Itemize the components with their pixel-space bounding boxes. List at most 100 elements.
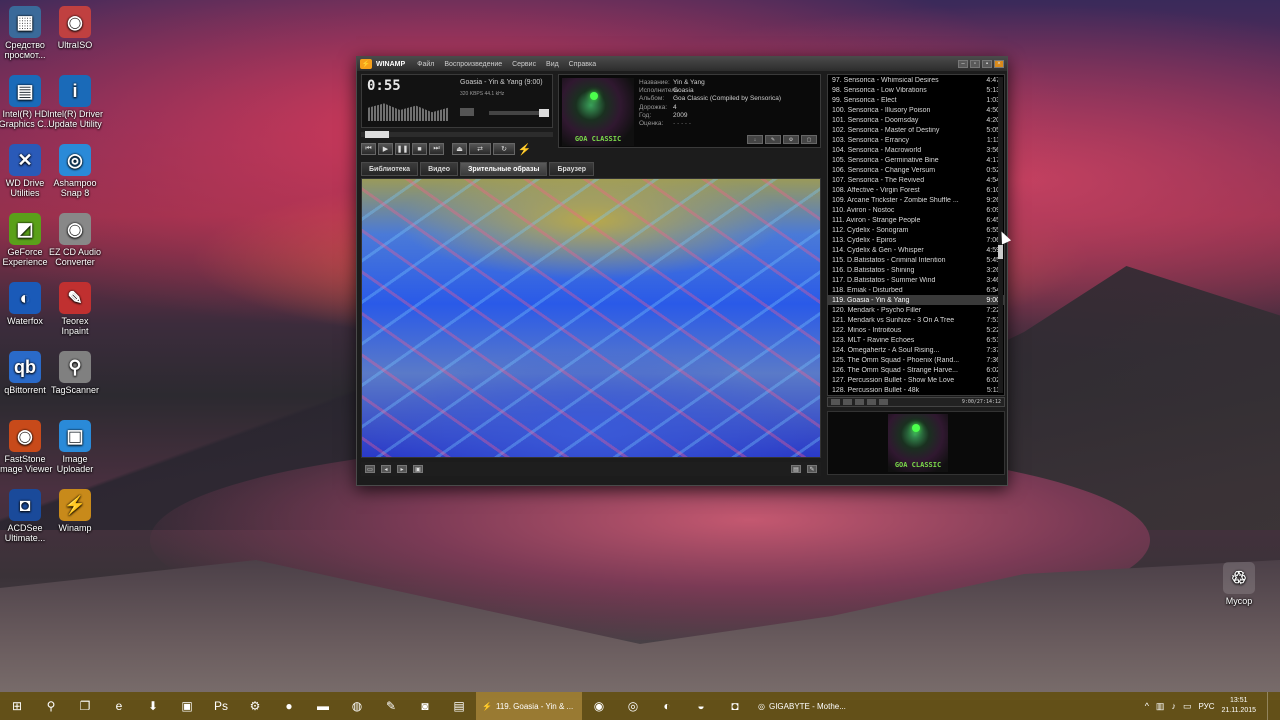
- more-icon[interactable]: ▢: [801, 135, 817, 144]
- next-preset-icon[interactable]: ▸: [397, 465, 407, 473]
- playlist-row[interactable]: 105. Sensorica - Germinative Bine 4:17: [828, 155, 1004, 165]
- chrome-icon[interactable]: ◎: [616, 692, 650, 720]
- store-icon[interactable]: ▣: [170, 692, 204, 720]
- settings-gear-icon[interactable]: ⚙: [238, 692, 272, 720]
- list-icon[interactable]: [879, 399, 888, 405]
- random-preset-icon[interactable]: ▣: [413, 465, 423, 473]
- eject-button[interactable]: ⏏: [452, 143, 467, 155]
- globe-icon[interactable]: ◍: [340, 692, 374, 720]
- network-icon[interactable]: ▥: [1156, 701, 1165, 712]
- playlist-row[interactable]: 114. Cydelix & Gen - Whisper 4:59: [828, 245, 1004, 255]
- app-icon[interactable]: ◒: [684, 692, 718, 720]
- winamp-titlebar[interactable]: ⚡ WINAMP Файл Воспроизведение Сервис Вид…: [357, 57, 1007, 71]
- download-icon[interactable]: ⬇: [136, 692, 170, 720]
- shuffle-button[interactable]: ⇄: [469, 143, 491, 155]
- camera-icon[interactable]: ◙: [408, 692, 442, 720]
- desktop-icon-image-uploader[interactable]: ▣ Image Uploader: [42, 420, 108, 474]
- photoshop-icon[interactable]: Ps: [204, 692, 238, 720]
- elapsed-time[interactable]: 0:55: [367, 78, 401, 94]
- next-button[interactable]: ⏭: [429, 143, 444, 155]
- playlist-row[interactable]: 108. Affective - Virgin Forest 6:10: [828, 185, 1004, 195]
- search-icon[interactable]: ⚲: [34, 692, 68, 720]
- winamp-bolt-icon[interactable]: ⚡: [517, 143, 532, 156]
- desktop-icon-camera-shutter[interactable]: ◎ Ashampoo Snap 8: [42, 144, 108, 198]
- clock[interactable]: 13:51 21.11.2015: [1221, 696, 1256, 716]
- card-icon[interactable]: ▬: [306, 692, 340, 720]
- close-button[interactable]: ×: [994, 60, 1004, 68]
- add-icon[interactable]: [831, 399, 840, 405]
- playlist-row[interactable]: 101. Sensorica - Doomsday 4:20: [828, 115, 1004, 125]
- show-hidden-icon[interactable]: ^: [1145, 701, 1149, 711]
- menu-view[interactable]: Вид: [546, 61, 559, 68]
- vis-plugin-icon[interactable]: ▤: [791, 465, 801, 473]
- playlist-row[interactable]: 113. Cydelix - Epiros 7:06: [828, 235, 1004, 245]
- album-art-thumbnail[interactable]: GOA CLASSIC: [562, 78, 634, 146]
- edge-icon[interactable]: e: [102, 692, 136, 720]
- playlist-row[interactable]: 118. Emiak - Disturbed 6:54: [828, 285, 1004, 295]
- playlist-row[interactable]: 109. Arcane Trickster - Zombie Shuffle .…: [828, 195, 1004, 205]
- playlist-row[interactable]: 98. Sensorica - Low Vibrations 5:13: [828, 85, 1004, 95]
- playlist-row[interactable]: 99. Sensorica - Elect 1:03: [828, 95, 1004, 105]
- firefox-icon[interactable]: ◉: [582, 692, 616, 720]
- opera-icon[interactable]: ◐: [650, 692, 684, 720]
- visualization-canvas[interactable]: [361, 178, 821, 458]
- desktop-icon-magnifier[interactable]: ⚲ TagScanner: [42, 351, 108, 395]
- desktop-icon-winamp[interactable]: ⚡ Winamp: [42, 489, 108, 533]
- pause-button[interactable]: ❚❚: [395, 143, 410, 155]
- playlist-row[interactable]: 103. Sensorica - Errancy 1:11: [828, 135, 1004, 145]
- playlist-row[interactable]: 127. Percussion Bullet - Show Me Love 6:0…: [828, 375, 1004, 385]
- play-button[interactable]: ▶: [378, 143, 393, 155]
- playlist-row[interactable]: 121. Mendark vs Sunhize - 3 On A Tree 7:5…: [828, 315, 1004, 325]
- task-view-icon[interactable]: ❐: [68, 692, 102, 720]
- playlist-row[interactable]: 97. Sensorica - Whimsical Desires 4:47: [828, 75, 1004, 85]
- language-indicator[interactable]: РУС: [1198, 702, 1214, 711]
- desktop-icon-recycle-bin[interactable]: ♲ Мусор: [1206, 562, 1272, 606]
- menu-playback[interactable]: Воспроизведение: [444, 61, 502, 68]
- fullscreen-icon[interactable]: ▭: [365, 465, 375, 473]
- playlist-row[interactable]: 122. Minos - Introitous 5:22: [828, 325, 1004, 335]
- playlist-panel[interactable]: 97. Sensorica - Whimsical Desires 4:47 98.…: [827, 74, 1005, 396]
- seek-bar[interactable]: [361, 131, 553, 138]
- chat-icon[interactable]: ▤: [442, 692, 476, 720]
- winamp-window[interactable]: ⚡ WINAMP Файл Воспроизведение Сервис Вид…: [356, 56, 1008, 486]
- app-icon-2[interactable]: ◘: [718, 692, 752, 720]
- playlist-row[interactable]: 115. D.Batistatos - Criminal Intention 5:…: [828, 255, 1004, 265]
- menu-tools[interactable]: Сервис: [512, 61, 536, 68]
- prev-preset-icon[interactable]: ◂: [381, 465, 391, 473]
- playlist-row[interactable]: 107. Sensorica - The Revived 4:54: [828, 175, 1004, 185]
- show-desktop-button[interactable]: [1267, 692, 1272, 720]
- playlist-row[interactable]: 102. Sensorica - Master of Destiny 5:05: [828, 125, 1004, 135]
- desktop-icon-eraser[interactable]: ✎ Teorex Inpaint: [42, 282, 108, 336]
- tab-library[interactable]: Библиотека: [361, 162, 419, 176]
- tab-browser[interactable]: Браузер: [549, 162, 595, 176]
- playlist-row[interactable]: 110. Aviron - Nostoc 6:09: [828, 205, 1004, 215]
- eraser-app-icon[interactable]: ✎: [374, 692, 408, 720]
- remove-icon[interactable]: [843, 399, 852, 405]
- playlist-row[interactable]: 104. Sensorica - Macroworld 3:56: [828, 145, 1004, 155]
- playlist-row[interactable]: 124. Omegahertz - A Soul Rising... 7:37: [828, 345, 1004, 355]
- playlist-row[interactable]: 111. Aviron - Strange People 6:45: [828, 215, 1004, 225]
- mini-spectrum[interactable]: [368, 103, 448, 121]
- playlist-row[interactable]: 117. D.Batistatos - Summer Wind 3:46: [828, 275, 1004, 285]
- stop-button[interactable]: ■: [412, 143, 427, 155]
- settings-icon[interactable]: ⚙: [783, 135, 799, 144]
- edit-icon[interactable]: ✎: [765, 135, 781, 144]
- playlist-row[interactable]: 119. Goasia - Yin & Yang 9:00: [828, 295, 1004, 305]
- tab-visualization[interactable]: Зрительные образы: [460, 162, 548, 176]
- previous-button[interactable]: ⏮: [361, 143, 376, 155]
- shade-button[interactable]: ▪: [982, 60, 992, 68]
- taskbar-winamp-task[interactable]: ⚡ 119. Goasia - Yin & ...: [476, 692, 582, 720]
- desktop-icon-cd-audio[interactable]: ◉ EZ CD Audio Converter: [42, 213, 108, 267]
- info-down-icon[interactable]: ↓: [747, 135, 763, 144]
- taskbar-gigabyte-task[interactable]: ◎ GIGABYTE - Mothe...: [752, 692, 860, 720]
- volume-icon[interactable]: [460, 108, 474, 116]
- volume-icon[interactable]: ♪: [1171, 701, 1176, 711]
- playlist-row[interactable]: 116. D.Batistatos - Shining 3:26: [828, 265, 1004, 275]
- search-app-icon[interactable]: ●: [272, 692, 306, 720]
- album-art-large[interactable]: GOA CLASSIC: [888, 414, 948, 472]
- start-button[interactable]: ⊞: [0, 692, 34, 720]
- playlist-row[interactable]: 123. MLT - Ravine Echoes 6:51: [828, 335, 1004, 345]
- desktop-icon-disc[interactable]: ◉ UltraISO: [42, 6, 108, 50]
- playlist-row[interactable]: 126. The Omm Squad - Strange Harve... 6:0…: [828, 365, 1004, 375]
- desktop-icon-intel-driver[interactable]: i Intel(R) Driver Update Utility: [42, 75, 108, 129]
